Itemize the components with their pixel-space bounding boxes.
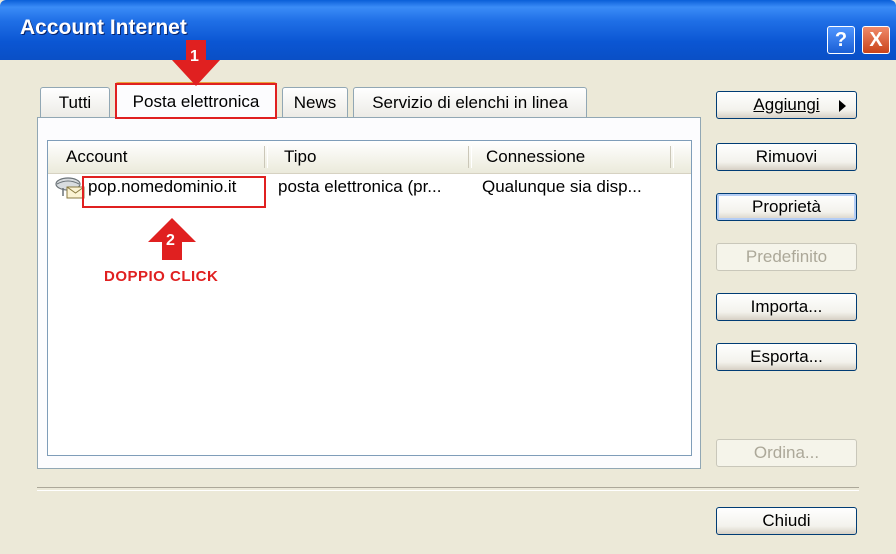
add-button-label: Aggiungi: [753, 95, 820, 114]
default-button[interactable]: Predefinito: [716, 243, 857, 271]
remove-button[interactable]: Rimuovi: [716, 143, 857, 171]
column-header-account[interactable]: Account: [66, 147, 127, 167]
sort-button[interactable]: Ordina...: [716, 439, 857, 467]
column-divider[interactable]: [264, 146, 268, 168]
export-button[interactable]: Esporta...: [716, 343, 857, 371]
close-window-button[interactable]: X: [862, 26, 890, 54]
annotation-marker-1: 1: [190, 48, 199, 65]
account-type: posta elettronica (pr...: [278, 177, 442, 196]
annotation-arrow-down-icon: 1: [170, 40, 222, 93]
title-bar[interactable]: Account Internet ? X: [0, 0, 896, 60]
add-button[interactable]: Aggiungi: [716, 91, 857, 119]
annotation-caption: DOPPIO CLICK: [104, 268, 219, 285]
properties-button[interactable]: Proprietà: [716, 193, 857, 221]
column-divider[interactable]: [468, 146, 472, 168]
tab-news[interactable]: News: [282, 87, 348, 117]
help-button[interactable]: ?: [827, 26, 855, 54]
annotation-box-account: [82, 176, 266, 208]
annotation-marker-2: 2: [166, 232, 175, 249]
close-button[interactable]: Chiudi: [716, 507, 857, 535]
submenu-arrow-icon: [839, 100, 846, 112]
column-header-tipo[interactable]: Tipo: [284, 147, 316, 167]
tab-tutti[interactable]: Tutti: [40, 87, 110, 117]
account-connection: Qualunque sia disp...: [482, 177, 642, 196]
list-header: Account Tipo Connessione: [48, 141, 691, 174]
column-header-connessione[interactable]: Connessione: [486, 147, 585, 167]
import-button[interactable]: Importa...: [716, 293, 857, 321]
window-title: Account Internet: [20, 16, 187, 39]
column-divider[interactable]: [670, 146, 674, 168]
annotation-arrow-up-icon: 2: [146, 218, 198, 265]
tab-servizio-elenchi[interactable]: Servizio di elenchi in linea: [353, 87, 587, 117]
separator-line: [37, 487, 859, 491]
